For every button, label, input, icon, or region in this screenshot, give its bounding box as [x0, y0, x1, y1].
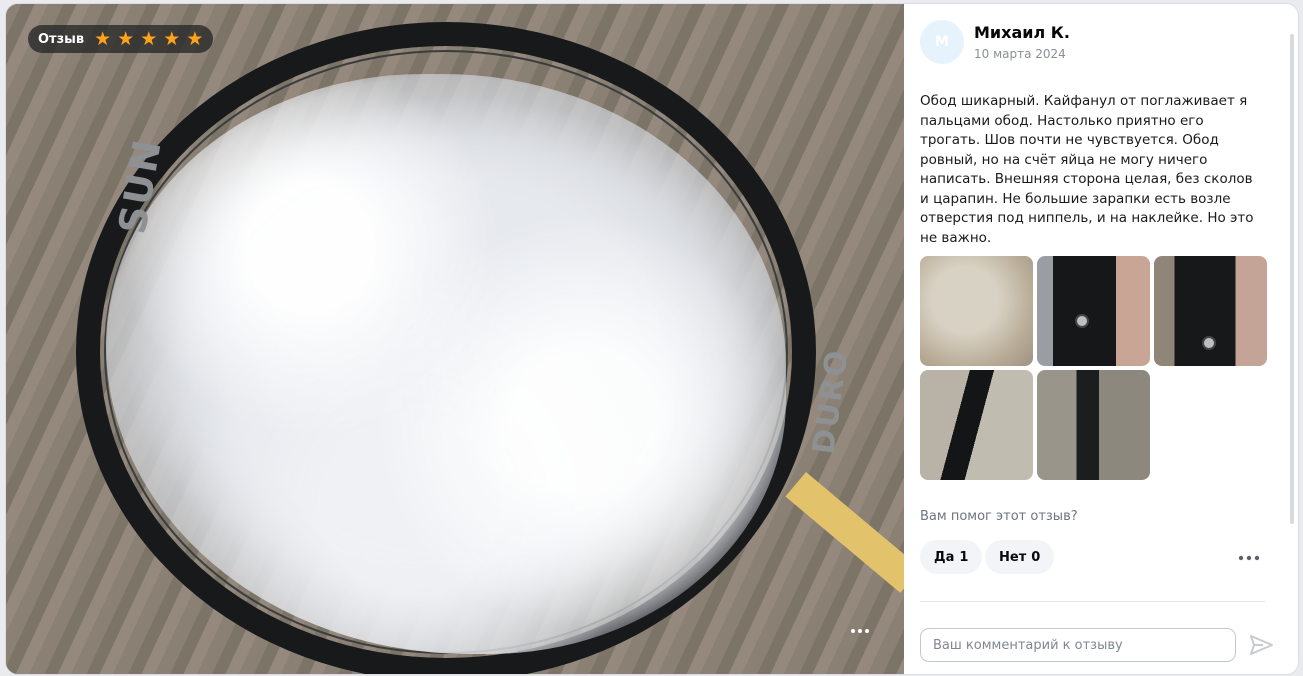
thumbnail-1[interactable]: [920, 256, 1033, 366]
ellipsis-icon: [1238, 555, 1260, 561]
star-icon: ★: [140, 27, 158, 50]
avatar: М: [920, 20, 964, 64]
photo-more-button[interactable]: [842, 618, 878, 642]
vote-yes-count: 1: [959, 549, 969, 565]
thumbnail-2[interactable]: [1037, 256, 1150, 366]
star-icon: ★: [94, 27, 112, 50]
vote-no-label: Нет: [999, 549, 1027, 565]
send-button[interactable]: [1246, 630, 1276, 660]
vote-yes-button[interactable]: Да 1: [920, 540, 983, 574]
scrollbar[interactable]: [1290, 34, 1294, 524]
rating-badge: Отзыв ★ ★ ★ ★ ★: [28, 25, 214, 53]
badge-label: Отзыв: [38, 31, 85, 47]
review-viewer: SUN DURO Отзыв ★ ★ ★ ★ ★ М Михаил К. 10 …: [6, 4, 1298, 674]
star-icon: ★: [186, 27, 204, 50]
star-icon: ★: [117, 27, 135, 50]
author-name: Михаил К.: [974, 23, 1070, 42]
rim-hole: [1075, 314, 1089, 328]
vote-no-button[interactable]: Нет 0: [985, 540, 1055, 574]
review-text: Обод шикарный. Кайфанул от поглаживает я…: [920, 93, 1254, 246]
thumbnail-3[interactable]: [1154, 256, 1267, 366]
review-photo[interactable]: SUN DURO Отзыв ★ ★ ★ ★ ★: [6, 4, 921, 674]
rim-hole: [1202, 336, 1216, 350]
helpful-question: Вам помог этот отзыв?: [920, 509, 1078, 524]
vote-no-count: 0: [1031, 549, 1041, 565]
thumbnail-4[interactable]: [920, 370, 1033, 480]
vote-yes-label: Да: [934, 549, 955, 565]
review-panel: М Михаил К. 10 марта 2024 Обод шикарный.…: [904, 4, 1298, 674]
thumbnail-5[interactable]: [1037, 370, 1150, 480]
send-icon: [1250, 635, 1273, 655]
review-more-button[interactable]: [1234, 545, 1264, 569]
ellipsis-icon: [851, 629, 869, 633]
photo-thumbnails: [920, 256, 1268, 480]
review-date: 10 марта 2024: [974, 47, 1066, 61]
divider: [920, 601, 1266, 602]
star-icon: ★: [163, 27, 181, 50]
comment-input[interactable]: [920, 628, 1236, 662]
ruler-image: [785, 472, 921, 593]
